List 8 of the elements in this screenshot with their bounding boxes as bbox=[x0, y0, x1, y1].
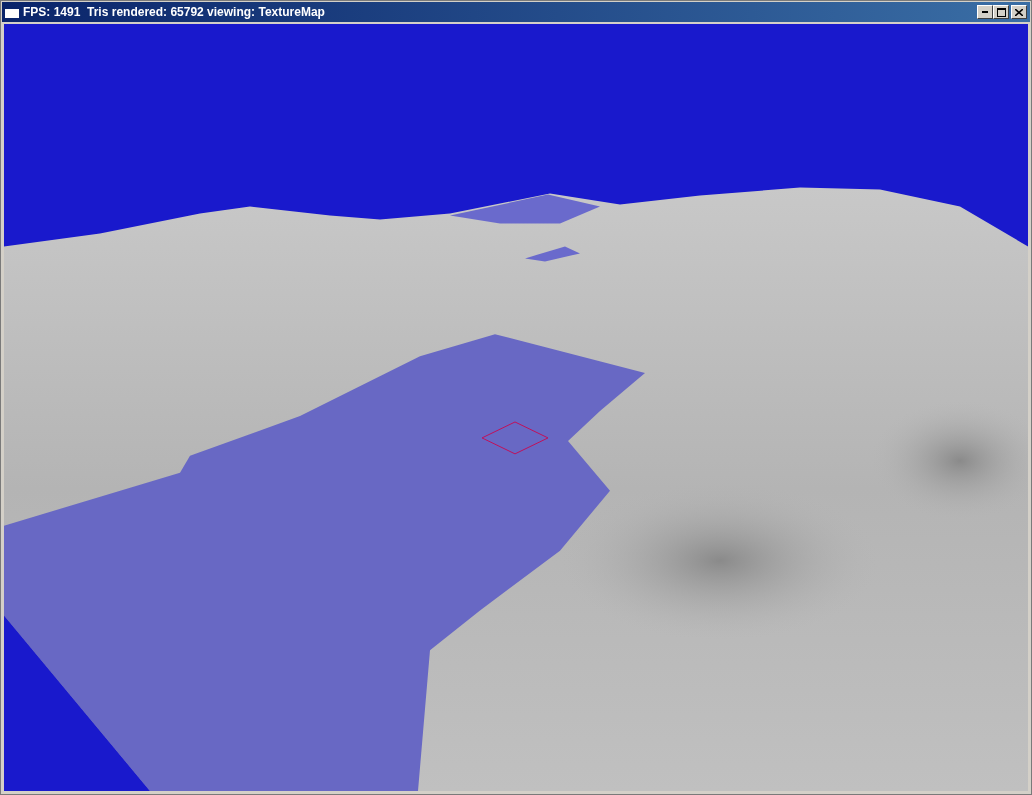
minimize-button[interactable] bbox=[977, 5, 993, 19]
close-button[interactable] bbox=[1011, 5, 1027, 19]
window-app-icon bbox=[5, 6, 19, 18]
maximize-icon bbox=[996, 7, 1006, 17]
close-icon bbox=[1015, 8, 1023, 16]
window-title: FPS: 1491 Tris rendered: 65792 viewing: TextureMap bbox=[23, 5, 326, 19]
minimize-icon bbox=[982, 11, 988, 13]
maximize-button[interactable] bbox=[993, 5, 1009, 19]
